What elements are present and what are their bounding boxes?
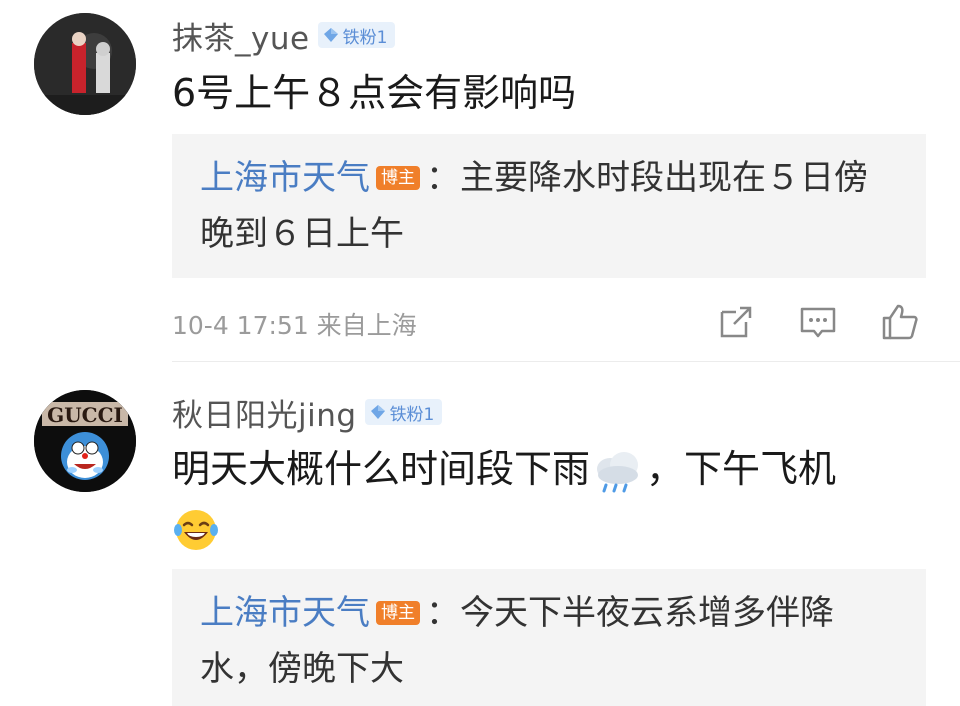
rain-cloud-emoji bbox=[597, 451, 639, 492]
like-icon[interactable] bbox=[878, 300, 922, 344]
reply-box[interactable]: 上海市天气 博主 ：主要降水时段出现在５日傍晚到６日上午 bbox=[172, 134, 926, 278]
blogger-badge: 博主 bbox=[376, 600, 420, 625]
reply-box[interactable]: 上海市天气 博主 ：今天下半夜云系增多伴降水，傍晚下大 bbox=[172, 569, 926, 706]
comment-item: 抹茶_yue 铁粉1 6号上午８点会有影响吗 上海市天气 博主 ：主要降水时段出现在… bbox=[0, 0, 960, 362]
avatar-image bbox=[34, 13, 136, 115]
fan-badge: 铁粉1 bbox=[317, 22, 396, 48]
avatar[interactable] bbox=[34, 13, 136, 115]
diamond-icon bbox=[323, 28, 338, 42]
username[interactable]: 秋日阳光jing bbox=[172, 390, 357, 435]
comment-text-part: 明天大概什么时间段下雨 bbox=[172, 447, 591, 491]
action-bar bbox=[714, 300, 922, 344]
reply-author[interactable]: 上海市天气 bbox=[200, 593, 370, 633]
laughing-tears-emoji bbox=[174, 509, 218, 550]
comment-header: 抹茶_yue 铁粉1 bbox=[172, 13, 396, 58]
fan-badge: 铁粉1 bbox=[364, 399, 443, 425]
comment-text: 明天大概什么时间段下雨 ，下午飞机 bbox=[172, 440, 922, 556]
fan-badge-label: 铁粉1 bbox=[342, 27, 388, 48]
username[interactable]: 抹茶_yue bbox=[172, 13, 310, 58]
comment-header: 秋日阳光jing 铁粉1 bbox=[172, 390, 443, 435]
comment-text: 6号上午８点会有影响吗 bbox=[172, 71, 577, 115]
comment-icon[interactable] bbox=[796, 300, 840, 344]
share-icon[interactable] bbox=[714, 300, 758, 344]
blogger-badge: 博主 bbox=[376, 165, 420, 190]
timestamp: 10-4 17:51 来自上海 bbox=[172, 311, 417, 340]
avatar-image: GUCCI bbox=[34, 390, 136, 492]
comment-text-part: ，下午飞机 bbox=[646, 447, 837, 491]
avatar[interactable]: GUCCI bbox=[34, 390, 136, 492]
comment-meta: 10-4 17:51 来自上海 bbox=[172, 300, 932, 344]
fan-badge-label: 铁粉1 bbox=[389, 404, 435, 425]
comment-item: GUCCI 秋日阳光jing 铁粉1 明天大概什么时间段下雨 ，下午飞机 上海市… bbox=[0, 362, 960, 706]
avatar-logo-text: GUCCI bbox=[47, 403, 123, 427]
diamond-icon bbox=[370, 405, 385, 419]
reply-author[interactable]: 上海市天气 bbox=[200, 158, 370, 198]
